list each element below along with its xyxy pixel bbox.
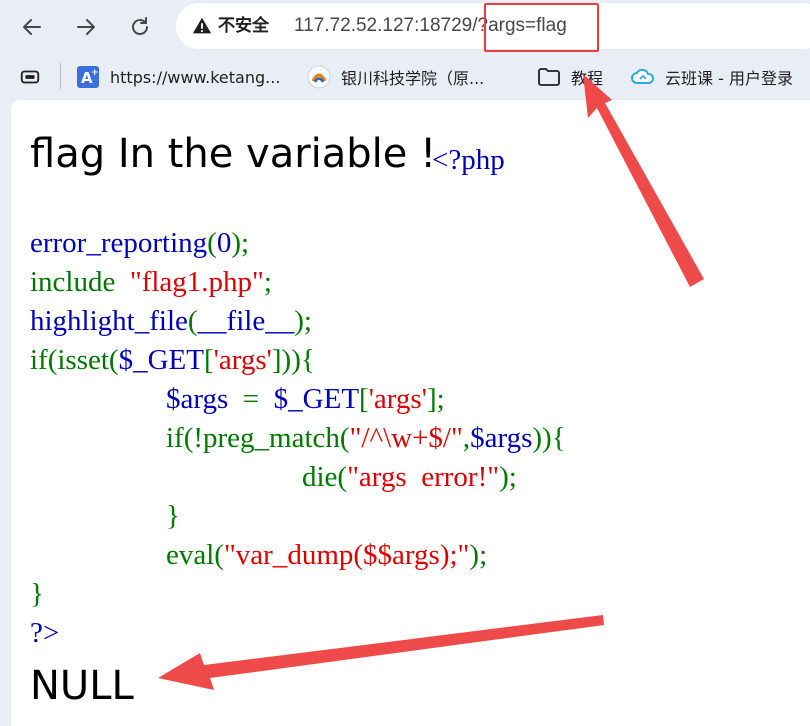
code-token: $args [470,422,533,454]
cloud-favicon-icon [631,65,655,89]
code-token: "var_dump($$args);" [223,539,470,571]
bookmark-folder-tutorial[interactable]: 教程 [537,64,603,90]
code-token: include [30,266,130,298]
code-token: if(isset( [30,344,119,376]
code-line: } [30,575,44,614]
code-line: ?> [30,614,59,653]
code-line: highlight_file(__file__); [30,302,312,341]
ketang-favicon-icon: A + [76,65,100,89]
code-token: if(!preg_match( [166,422,350,454]
code-token: "flag1.php" [129,266,264,298]
code-token: ]; [426,383,445,415]
bookmarks-divider [60,63,61,89]
college-favicon-icon [307,65,331,89]
code-line: } [166,497,180,536]
code-token: "args error!" [347,461,500,493]
bookmark-ketang[interactable]: A + https://www.ketang... [76,64,280,90]
code-line: $args = $_GET['args']; [166,380,445,419]
security-status-label[interactable]: 不安全 [218,14,269,38]
code-token: = [235,383,267,415]
code-token: ); [499,461,517,493]
code-token: ?> [30,617,60,649]
code-line: if(!preg_match("/^\w+$/",$args)){ [166,419,566,458]
code-token: "/^\w+$/" [349,422,463,454]
warning-triangle-icon[interactable] [191,15,213,37]
code-token: 'args' [368,383,427,415]
code-token: , [462,422,471,454]
code-token: [ [359,383,369,415]
code-token: ); [294,305,312,337]
reload-icon [132,17,148,35]
code-token: ; [263,266,272,298]
bookmark-label: 云班课 - 用户登录 [665,69,793,88]
code-token: )){ [532,422,566,454]
bookmark-college[interactable]: 银川科技学院（原... [307,64,484,90]
code-line: error_reporting(0); [30,224,249,263]
page-heading: flag In the variable ! [30,131,437,177]
code-line: eval("var_dump($$args);"); [166,536,487,575]
code-token: highlight_file [30,305,188,337]
forward-button[interactable] [68,9,104,45]
php-open-tag: <?php [432,144,505,176]
code-token: eval( [166,539,224,571]
tab-search-button[interactable] [18,64,52,90]
code-token: $_GET [266,383,360,415]
bookmark-label: 教程 [571,69,604,88]
svg-text:+: + [91,68,99,78]
code-token: [ [203,344,214,376]
reload-button[interactable] [122,9,158,45]
code-token: ( [187,305,198,337]
code-line: die("args error!"); [302,458,517,497]
folder-icon [537,65,561,89]
code-token: ); [231,227,250,259]
code-token: ( [207,227,217,259]
code-token: error_reporting [30,227,208,259]
code-token: die( [302,461,348,493]
code-token: $_GET [118,344,204,376]
code-line: if(isset($_GET['args'])){ [30,341,315,380]
arrow-left-icon [23,19,41,35]
page-output: NULL [30,663,134,709]
bookmark-yunbanke[interactable]: 云班课 - 用户登录 [631,64,793,90]
browser-toolbar: 不安全 117.72.52.127:18729/?args=flag [0,0,810,54]
tab-search-icon [18,65,42,89]
back-button[interactable] [14,9,50,45]
arrow-right-icon [77,19,95,35]
code-token: 0 [216,227,232,259]
code-token: } [166,500,180,532]
code-line: include "flag1.php"; [30,263,272,302]
code-token: ])){ [271,344,315,376]
url-host: 117.72.52.127:18729/ [294,15,478,36]
code-token: 'args' [213,344,272,376]
bookmark-label: https://www.ketang... [110,67,281,87]
code-token: __file__ [197,305,295,337]
url-highlight-box [484,3,599,52]
code-token: $args [166,383,236,415]
code-token: ); [469,539,488,571]
code-token: } [30,578,44,610]
bookmark-label: 银川科技学院（原... [341,69,485,88]
